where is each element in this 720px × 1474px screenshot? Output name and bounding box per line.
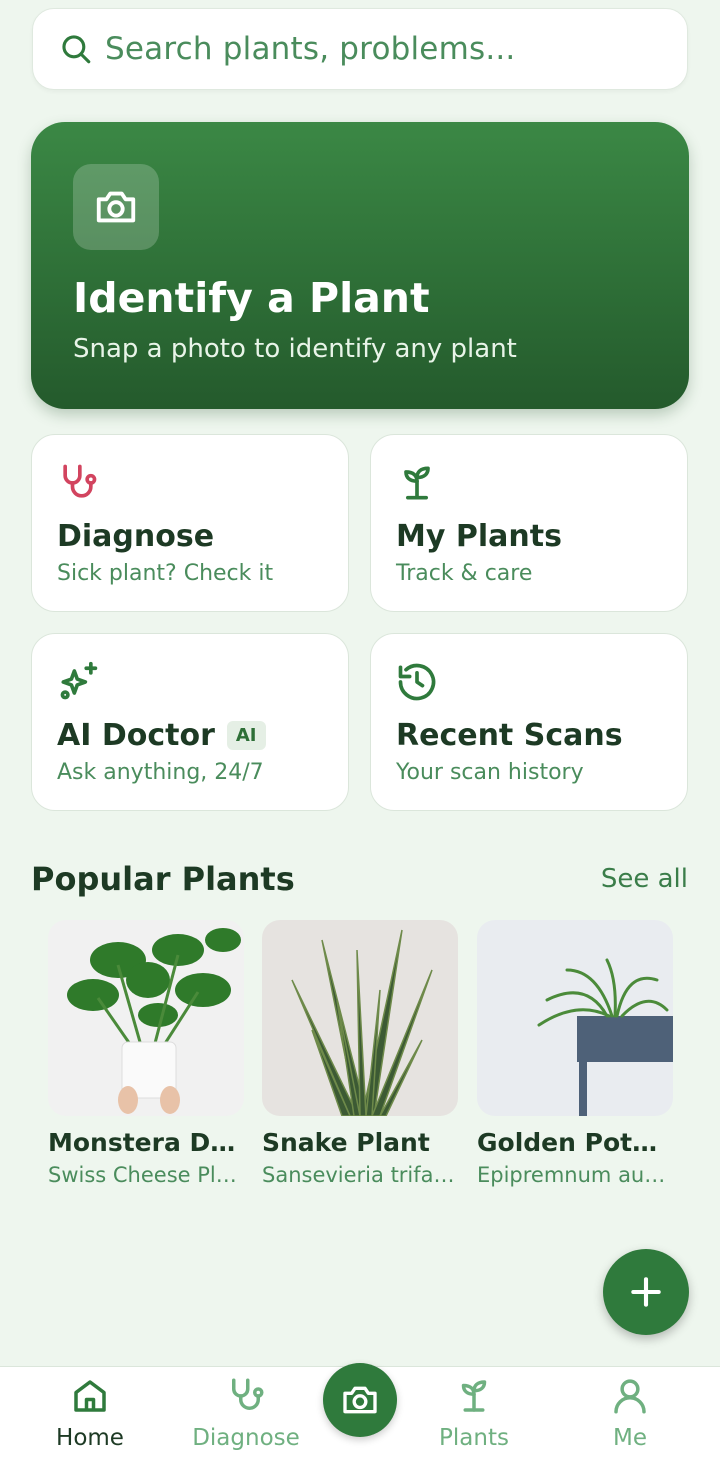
diagnose-card[interactable]: Diagnose Sick plant? Check it (31, 434, 349, 612)
plant-name: Monstera Deliciosa (48, 1128, 244, 1157)
bottom-nav: Home Diagnose Plants Me (0, 1363, 720, 1474)
hero-title: Identify a Plant (73, 274, 430, 322)
recent-scans-card[interactable]: Recent Scans Your scan history (370, 633, 688, 811)
camera-icon-box (73, 164, 159, 250)
add-plant-button[interactable] (603, 1249, 689, 1335)
card-subtitle: Ask anything, 24/7 (57, 760, 264, 785)
card-subtitle: Sick plant? Check it (57, 561, 274, 586)
plant-card-monstera[interactable]: Monstera Deliciosa Swiss Cheese Plant (48, 920, 244, 1187)
ai-badge: AI (226, 721, 266, 750)
search-input[interactable]: Search plants, problems... (105, 31, 516, 67)
plant-scientific-name: Swiss Cheese Plant (48, 1163, 244, 1187)
card-title: Diagnose (57, 519, 215, 554)
popular-plants-title: Popular Plants (31, 860, 295, 898)
plant-name: Golden Pothos (477, 1128, 673, 1157)
nav-label: Plants (439, 1425, 509, 1451)
nav-home[interactable]: Home (25, 1375, 155, 1451)
search-bar[interactable]: Search plants, problems... (32, 8, 688, 90)
camera-icon (343, 1386, 377, 1414)
sprout-icon (404, 466, 430, 500)
ai-doctor-card[interactable]: AI Doctor AI Ask anything, 24/7 (31, 633, 349, 811)
golden-pothos-image (477, 920, 673, 1116)
my-plants-card[interactable]: My Plants Track & care (370, 434, 688, 612)
nav-me[interactable]: Me (565, 1375, 695, 1451)
see-all-link[interactable]: See all (601, 864, 688, 894)
card-title: AI Doctor (57, 718, 215, 753)
snake-plant-image (262, 920, 458, 1116)
plant-scientific-name: Epipremnum aureum (477, 1163, 673, 1187)
nav-label: Diagnose (192, 1425, 300, 1451)
monstera-image (48, 920, 244, 1116)
sparkles-icon (60, 661, 98, 700)
nav-diagnose[interactable]: Diagnose (181, 1375, 311, 1451)
stethoscope-icon (232, 1378, 264, 1410)
camera-icon (96, 191, 136, 223)
identify-plant-card[interactable]: Identify a Plant Snap a photo to identif… (31, 122, 689, 409)
search-icon (62, 35, 91, 64)
hero-subtitle: Snap a photo to identify any plant (73, 334, 517, 364)
card-subtitle: Your scan history (396, 760, 584, 785)
card-subtitle: Track & care (396, 561, 533, 586)
card-title: Recent Scans (396, 718, 623, 753)
plant-scientific-name: Sansevieria trifasciata (262, 1163, 458, 1187)
home-icon (74, 1380, 106, 1412)
nav-plants[interactable]: Plants (409, 1375, 539, 1451)
plant-name: Snake Plant (262, 1128, 430, 1157)
nav-label: Me (613, 1425, 647, 1451)
card-title-row: AI Doctor AI (57, 718, 266, 753)
sprout-icon (461, 1380, 487, 1412)
nav-camera-button[interactable] (323, 1363, 397, 1437)
plus-icon (631, 1277, 661, 1307)
plant-card-golden-pothos[interactable]: Golden Pothos Epipremnum aureum (477, 920, 673, 1187)
history-icon (398, 663, 436, 701)
stethoscope-icon (63, 464, 97, 498)
plant-card-snake-plant[interactable]: Snake Plant Sansevieria trifasciata (262, 920, 458, 1187)
nav-label: Home (56, 1425, 124, 1451)
user-icon (614, 1379, 646, 1414)
card-title: My Plants (396, 519, 562, 554)
